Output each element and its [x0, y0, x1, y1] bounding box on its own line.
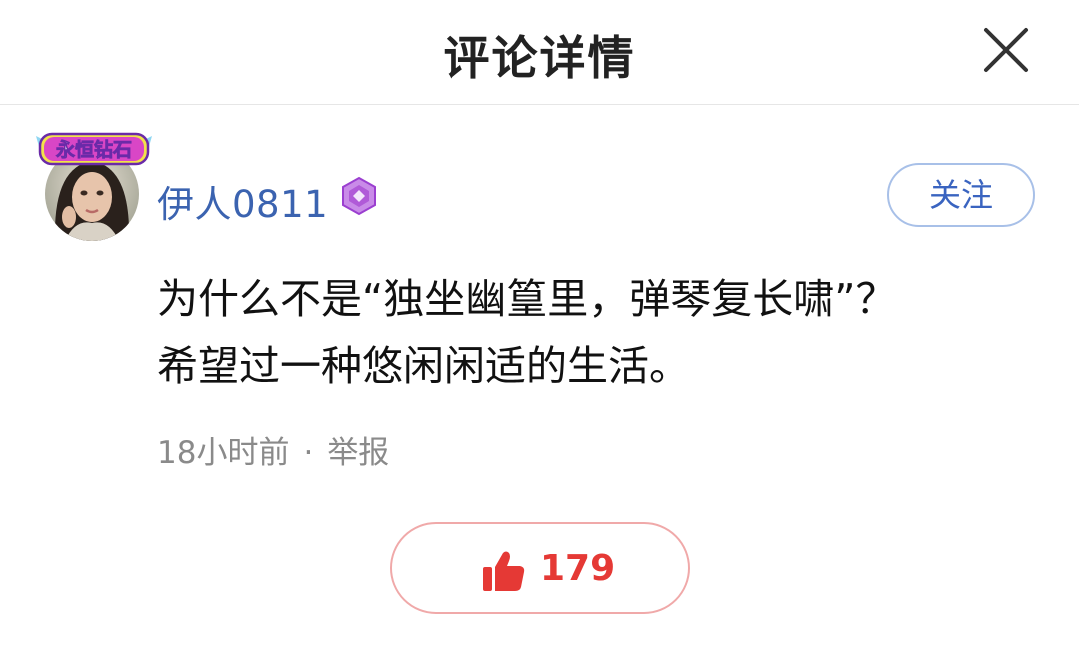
report-link[interactable]: 举报 — [327, 435, 389, 471]
follow-button[interactable]: 关注 — [887, 163, 1035, 227]
svg-text:永恒钻石: 永恒钻石 — [55, 138, 132, 161]
close-icon — [984, 28, 1028, 72]
meta-separator: · — [303, 435, 314, 471]
comment-text: 为什么不是“独坐幽篁里，弹琴复长啸”？ 希望过一种悠闲闲适的生活。 — [157, 266, 1037, 400]
timestamp: 18小时前 — [157, 435, 290, 471]
comment-detail-page: 评论详情 永恒钻石 伊人0811 关注 为什么不是“独坐幽篁里，弹琴复长啸”？ … — [0, 0, 1079, 669]
avatar-with-badge[interactable]: 永恒钻石 — [30, 122, 160, 244]
thumbs-up-icon — [483, 551, 525, 591]
comment-meta: 18小时前 · 举报 — [157, 427, 389, 472]
page-title: 评论详情 — [443, 31, 636, 85]
comment-line: 希望过一种悠闲闲适的生活。 — [157, 342, 690, 390]
username[interactable]: 伊人0811 — [157, 174, 328, 228]
close-button[interactable] — [978, 22, 1034, 78]
diamond-rank-badge: 永恒钻石 — [36, 132, 152, 166]
header-bar: 评论详情 — [0, 0, 1079, 105]
diamond-level-icon — [342, 176, 376, 216]
comment-line: 为什么不是“独坐幽篁里，弹琴复长啸”？ — [157, 275, 897, 323]
like-count: 179 — [540, 548, 616, 589]
like-button[interactable]: 179 — [390, 522, 690, 614]
